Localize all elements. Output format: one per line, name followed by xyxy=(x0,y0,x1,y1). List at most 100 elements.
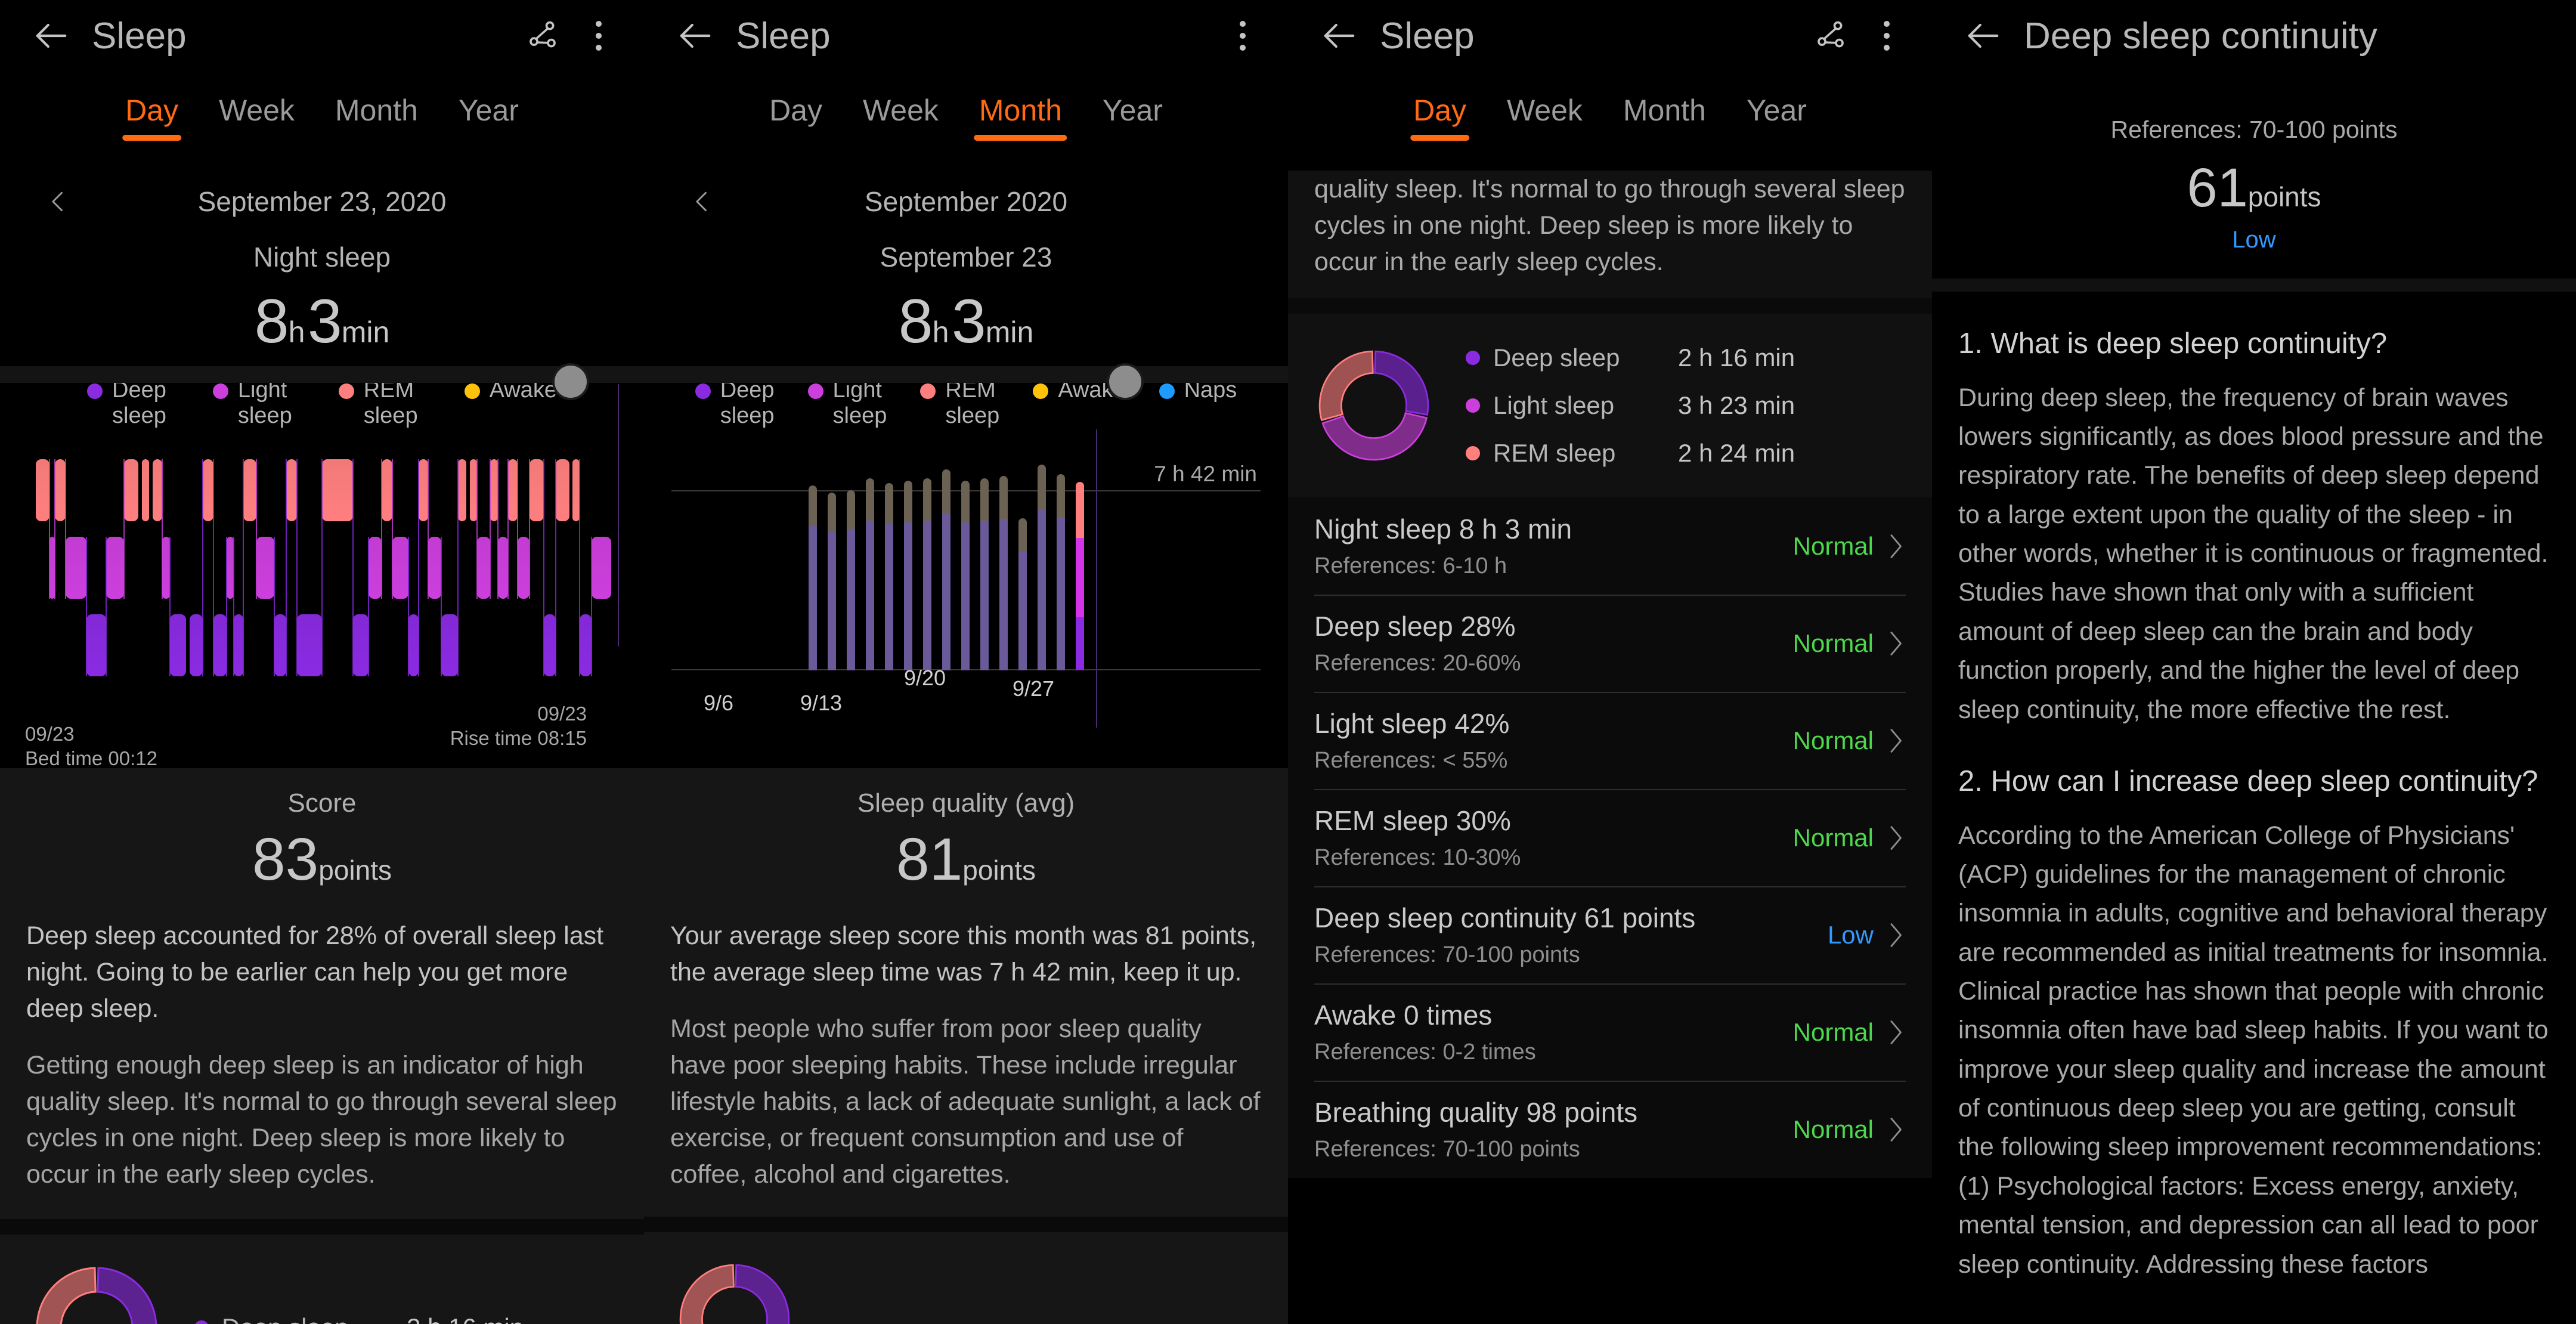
overflow-menu-icon[interactable] xyxy=(577,12,620,60)
donut-label: Deep sleep xyxy=(222,1313,407,1324)
legend-label: REM sleep xyxy=(945,378,1000,428)
summary-paragraph-1: Deep sleep accounted for 28% of overall … xyxy=(26,921,604,1023)
metric-row[interactable]: Awake 0 times References: 0-2 times Normal xyxy=(1288,983,1932,1081)
tab-week[interactable]: Week xyxy=(863,93,939,141)
tab-week[interactable]: Week xyxy=(219,93,295,141)
chevron-right-icon[interactable] xyxy=(1885,822,1906,853)
donut-dot-deep-sleep xyxy=(194,1320,209,1324)
bar-item[interactable] xyxy=(923,478,931,671)
bar-item[interactable] xyxy=(1038,465,1046,671)
metric-reference: References: 6-10 h xyxy=(1314,553,1507,579)
hypnogram-plot xyxy=(24,456,620,694)
bar-item[interactable] xyxy=(1018,518,1027,671)
donut-label: REM sleep xyxy=(1493,439,1616,468)
arrow-left-icon[interactable] xyxy=(1314,11,1364,61)
scrub-handle[interactable] xyxy=(1107,363,1144,400)
tab-month[interactable]: Month xyxy=(979,93,1062,141)
metric-status-group: Low xyxy=(1828,920,1906,951)
metric-status-group: Normal xyxy=(1793,725,1906,756)
bar-item[interactable] xyxy=(847,490,855,671)
chevron-right-icon[interactable] xyxy=(1885,920,1906,951)
chevron-left-icon[interactable] xyxy=(686,185,719,218)
bar-item[interactable] xyxy=(828,493,836,671)
donut-legend-row: Light sleep 3 h 23 min xyxy=(1466,382,1795,429)
tab-year[interactable]: Year xyxy=(1747,93,1807,141)
duration-hours-unit: h xyxy=(288,315,305,349)
metric-status-group: Normal xyxy=(1793,822,1906,853)
metric-title: Light sleep 42% xyxy=(1314,708,1510,740)
section-body-1: During deep sleep, the frequency of brai… xyxy=(1958,383,2549,724)
tab-month[interactable]: Month xyxy=(1623,93,1706,141)
section-divider xyxy=(644,1217,1288,1233)
panel3-range-tabs: Day Week Month Year xyxy=(1288,93,1932,162)
tab-day[interactable]: Day xyxy=(125,93,178,141)
metric-row[interactable]: Night sleep 8 h 3 min References: 6-10 hN… xyxy=(1288,497,1932,595)
panel2-sleep-duration: 8h 3min xyxy=(644,286,1288,357)
panel4-topbar: Deep sleep continuity xyxy=(1932,0,2576,72)
chevron-right-icon[interactable] xyxy=(1885,1114,1906,1145)
scrolled-paragraph: Getting enough deep sleep is an indicato… xyxy=(1314,175,1905,277)
legend-label: REM sleep xyxy=(363,378,418,428)
donut-label: Deep sleep xyxy=(1493,344,1620,372)
bar-item[interactable] xyxy=(999,476,1008,671)
tab-year[interactable]: Year xyxy=(1103,93,1163,141)
bar-item[interactable] xyxy=(961,481,970,671)
chevron-left-icon[interactable] xyxy=(42,185,75,218)
legend-item-light-sleep: Light sleep xyxy=(807,378,887,428)
tab-day[interactable]: Day xyxy=(769,93,822,141)
chevron-right-icon[interactable] xyxy=(1885,628,1906,659)
metric-row[interactable]: REM sleep 30% References: 10-30% Normal xyxy=(1288,789,1932,886)
tab-year[interactable]: Year xyxy=(459,93,519,141)
tab-day[interactable]: Day xyxy=(1413,93,1466,141)
bar-item[interactable] xyxy=(866,478,874,671)
panel2-topbar: Sleep xyxy=(644,0,1288,72)
tab-month[interactable]: Month xyxy=(335,93,418,141)
bar-selected[interactable] xyxy=(1076,482,1084,671)
bar-item[interactable] xyxy=(1057,474,1065,671)
duration-minutes: 3 xyxy=(951,287,986,356)
bar-item[interactable] xyxy=(885,483,893,671)
status-badge: Normal xyxy=(1792,726,1874,754)
bar-series xyxy=(671,456,1261,671)
hypnogram-chart[interactable]: 09/23 Bed time 00:12 09/23 Rise time 08:15 xyxy=(0,384,644,769)
panel2-legend: Deep sleep Light sleep REM sleep Awake N… xyxy=(644,378,1288,428)
metric-title: Deep sleep continuity 61 points xyxy=(1314,902,1696,934)
chevron-right-icon[interactable] xyxy=(1885,531,1906,562)
bar-item[interactable] xyxy=(942,469,950,671)
arrow-left-icon[interactable] xyxy=(26,11,76,61)
chevron-right-icon[interactable] xyxy=(1885,725,1906,756)
arrow-left-icon[interactable] xyxy=(670,11,720,61)
bar-item[interactable] xyxy=(980,478,989,671)
metric-row[interactable]: Breathing quality 98 points References: 7… xyxy=(1288,1081,1932,1178)
donut-svg xyxy=(1318,350,1429,461)
status-badge: Low xyxy=(1827,920,1874,949)
scrub-handle[interactable] xyxy=(552,363,589,400)
status-badge: Low xyxy=(2232,227,2276,253)
bar-item[interactable] xyxy=(904,481,912,671)
arrow-left-icon[interactable] xyxy=(1958,11,2008,61)
chevron-right-icon[interactable] xyxy=(1885,1017,1906,1048)
bar-item[interactable] xyxy=(809,485,817,671)
metric-row[interactable]: Light sleep 42% References: < 55% Normal xyxy=(1288,692,1932,789)
share-icon[interactable] xyxy=(519,12,566,60)
panel2-summary-card: Sleep quality (avg) 81points Your averag… xyxy=(644,768,1288,1324)
share-icon[interactable] xyxy=(1807,12,1854,60)
metric-row[interactable]: Deep sleep continuity 61 points Reference… xyxy=(1288,886,1932,983)
section-divider xyxy=(1932,279,2576,292)
overflow-menu-icon[interactable] xyxy=(1865,12,1908,60)
metric-row[interactable]: Deep sleep 28% References: 20-60% Normal xyxy=(1288,595,1932,692)
monthly-bar-chart[interactable]: 7 h 42 min 9/6 9/13 9/20 9/27 xyxy=(644,429,1288,736)
scrub-track[interactable] xyxy=(0,366,644,383)
donut-label: Light sleep xyxy=(1493,391,1615,420)
section-divider xyxy=(0,1219,644,1235)
overflow-menu-icon[interactable] xyxy=(1221,12,1264,60)
duration-hours-unit: h xyxy=(932,315,949,349)
page-title: Deep sleep continuity xyxy=(2024,15,2377,57)
tab-week[interactable]: Week xyxy=(1507,93,1583,141)
metric-title: REM sleep 30% xyxy=(1314,805,1511,837)
scrub-track[interactable] xyxy=(644,366,1288,383)
duration-minutes-unit: min xyxy=(985,315,1034,349)
legend-dot-deep-sleep xyxy=(87,383,103,399)
score-title: Sleep quality (avg) xyxy=(857,788,1075,818)
panel3-donut-block: Deep sleep 2 h 16 min Light sleep 3 h 23… xyxy=(1288,334,1932,477)
